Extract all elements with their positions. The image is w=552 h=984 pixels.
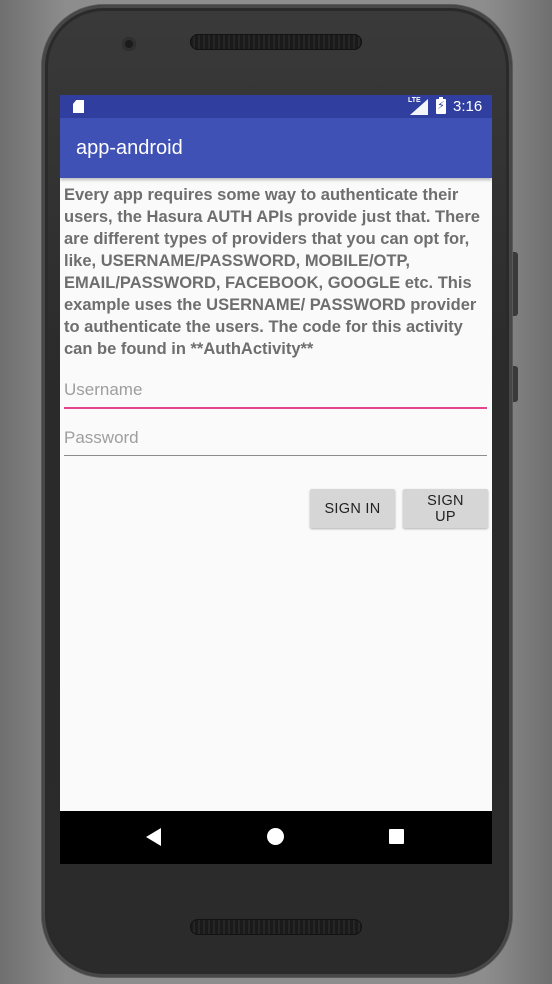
front-camera	[122, 37, 136, 51]
emulator-background: LTE ⚡ 3:16 app-android Every app require…	[0, 0, 552, 984]
auth-description: Every app requires some way to authentic…	[64, 186, 480, 358]
username-input[interactable]	[64, 376, 487, 404]
username-underline	[64, 407, 487, 409]
navigation-bar	[60, 811, 492, 864]
app-title: app-android	[76, 137, 183, 159]
password-input[interactable]	[64, 424, 487, 452]
recents-square-icon[interactable]	[389, 829, 404, 844]
password-underline	[64, 455, 487, 456]
status-clock: 3:16	[453, 98, 483, 115]
sd-card-icon	[73, 100, 84, 113]
app-bar: app-android	[60, 118, 492, 178]
volume-button	[512, 252, 518, 316]
power-button	[512, 366, 518, 402]
password-field-container	[64, 424, 487, 470]
network-type-label: LTE	[408, 97, 421, 104]
home-circle-icon[interactable]	[267, 828, 284, 845]
device-screen: LTE ⚡ 3:16 app-android Every app require…	[60, 95, 492, 864]
sign-up-button[interactable]: SIGN UP	[403, 489, 488, 528]
top-speaker	[190, 34, 362, 50]
bottom-speaker	[190, 919, 362, 935]
back-triangle-icon[interactable]	[146, 828, 161, 846]
auth-actions: SIGN IN SIGN UP	[310, 489, 488, 528]
status-bar: LTE ⚡ 3:16	[60, 95, 492, 118]
auth-content: Every app requires some way to authentic…	[64, 184, 488, 470]
username-field-container	[64, 376, 487, 422]
sign-in-button[interactable]: SIGN IN	[310, 489, 395, 528]
battery-charging-icon: ⚡	[436, 97, 446, 114]
